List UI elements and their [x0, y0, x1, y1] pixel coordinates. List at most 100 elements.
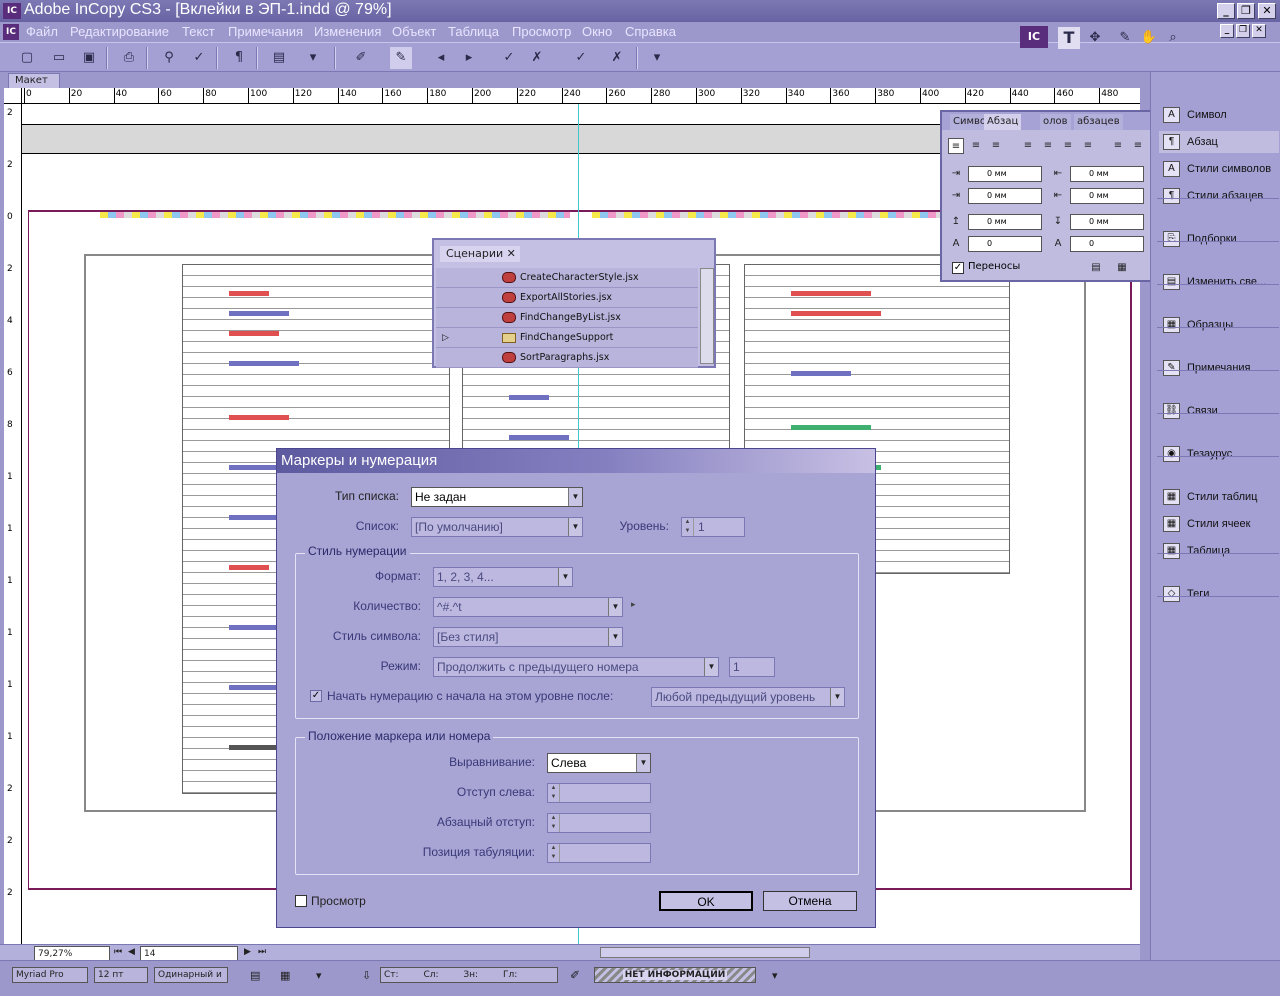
restore-button[interactable]: ❐ — [1237, 3, 1255, 19]
reject-all-icon[interactable]: ✗ — [606, 47, 628, 69]
tab-paragraph[interactable]: Абзац — [984, 114, 1022, 130]
line-spacing-select[interactable]: Одинарный и — [154, 967, 228, 983]
assignments-icon[interactable]: ▤ — [266, 47, 292, 69]
panel-item[interactable]: A Символ — [1159, 104, 1279, 126]
script-folder[interactable]: ▷ FindChangeSupport — [436, 328, 698, 348]
track-changes-icon[interactable]: ✓ — [498, 47, 520, 69]
font-size-select[interactable]: 12 пт — [94, 967, 148, 983]
document-icon[interactable]: IC — [3, 24, 19, 40]
last-line-indent-field[interactable]: 0 мм — [1070, 188, 1144, 204]
tab-layout[interactable]: Макет — [8, 73, 60, 88]
panel-item[interactable]: ▦ Образцы — [1159, 314, 1279, 336]
doc-close-button[interactable]: ✕ — [1252, 24, 1266, 38]
list-select[interactable]: [По умолчанию] ▼ — [411, 517, 583, 537]
script-item[interactable]: FindChangeByList.jsx — [436, 308, 698, 328]
doc-restore-button[interactable]: ❐ — [1236, 24, 1250, 38]
char-style-select[interactable]: [Без стиля] ▼ — [433, 627, 623, 647]
close-button[interactable]: ✕ — [1258, 3, 1276, 19]
toolbar-menu-icon[interactable]: ▾ — [302, 47, 324, 69]
space-before-field[interactable]: 0 мм — [968, 214, 1042, 230]
no-grid-icon[interactable]: ▤ — [1088, 260, 1104, 276]
count-field[interactable]: ^#.^t ▼ — [433, 597, 623, 617]
level-field[interactable]: ▲ ▼ 1 — [681, 517, 745, 537]
accept-all-icon[interactable]: ✓ — [570, 47, 592, 69]
alignment-select[interactable]: Слева ▼ — [547, 753, 651, 773]
pen-icon[interactable]: ✐ — [570, 968, 580, 982]
new-note-icon[interactable]: ✎ — [390, 47, 412, 69]
format-select[interactable]: 1, 2, 3, 4... ▼ — [433, 567, 573, 587]
menu-edit[interactable]: Редактирование — [70, 24, 169, 39]
panel-item[interactable]: ▤ Изменить све... — [1159, 271, 1279, 293]
panel-item[interactable]: ¶ Стили абзацев — [1159, 185, 1279, 207]
find-icon[interactable]: ⚲ — [158, 47, 180, 69]
justify-center-icon[interactable]: ≡ — [1040, 138, 1056, 154]
show-hidden-chars-icon[interactable]: ¶ — [228, 47, 250, 69]
save-icon[interactable]: ▣ — [78, 47, 100, 69]
menu-text[interactable]: Текст — [182, 24, 215, 39]
align-right-icon[interactable]: ≡ — [988, 138, 1004, 154]
galley-view-icon[interactable]: ▤ — [250, 969, 260, 982]
last-page-icon[interactable]: ⏭ — [258, 947, 266, 957]
first-line-indent-input[interactable]: ▲ ▼ — [547, 813, 651, 833]
list-type-select[interactable]: Не задан ▼ — [411, 487, 583, 507]
first-line-indent-field[interactable]: 0 мм — [968, 188, 1042, 204]
align-away-spine-icon[interactable]: ≡ — [1130, 138, 1146, 154]
panel-item[interactable]: ◉ Тезаурус — [1159, 443, 1279, 465]
left-indent-spinner[interactable]: ▲ ▼ — [548, 784, 560, 802]
open-icon[interactable]: ▭ — [48, 47, 70, 69]
level-spinner[interactable]: ▲ ▼ — [682, 518, 694, 536]
align-left-icon[interactable]: ≡ — [948, 138, 964, 154]
script-item[interactable]: SortParagraphs.jsx — [436, 348, 698, 368]
minimize-button[interactable]: _ — [1217, 3, 1235, 19]
panel-item[interactable]: A Стили символов — [1159, 158, 1279, 180]
space-after-field[interactable]: 0 мм — [1070, 214, 1144, 230]
script-item[interactable]: CreateCharacterStyle.jsx — [436, 268, 698, 288]
menu-table[interactable]: Таблица — [448, 24, 499, 39]
toolbar-menu-icon-2[interactable]: ▾ — [646, 47, 668, 69]
menu-view[interactable]: Просмотр — [512, 24, 571, 39]
next-note-icon[interactable]: ▸ — [458, 47, 480, 69]
menu-object[interactable]: Объект — [392, 24, 436, 39]
drop-cap-lines-field[interactable]: 0 — [968, 236, 1042, 252]
menu-file[interactable]: Файл — [26, 24, 58, 39]
right-indent-field[interactable]: 0 мм — [1070, 166, 1144, 182]
prev-page-icon[interactable]: ◀ — [128, 947, 135, 957]
insert-special-char-icon[interactable]: ▸ — [631, 600, 636, 610]
first-indent-spinner[interactable]: ▲ ▼ — [548, 814, 560, 832]
tab-para-styles[interactable]: абзацев — [1074, 114, 1123, 130]
left-indent-field[interactable]: 0 мм — [968, 166, 1042, 182]
type-tool-icon[interactable]: T — [1058, 27, 1080, 49]
reject-change-icon[interactable]: ✗ — [526, 47, 548, 69]
restart-numbering-checkbox[interactable]: ✓ — [310, 690, 322, 702]
align-center-icon[interactable]: ≡ — [968, 138, 984, 154]
mode-select[interactable]: Продолжить с предыдущего номера ▼ — [433, 657, 719, 677]
justify-all-icon[interactable]: ≡ — [1080, 138, 1096, 154]
ok-button[interactable]: OK — [659, 891, 753, 911]
note-icon[interactable]: ✐ — [350, 47, 372, 69]
ruler-origin[interactable] — [4, 88, 22, 104]
panel-item[interactable]: ⛓ Связи — [1159, 400, 1279, 422]
info-menu-icon[interactable]: ▾ — [772, 969, 778, 982]
justify-right-icon[interactable]: ≡ — [1060, 138, 1076, 154]
mode-start-number[interactable]: 1 — [729, 657, 775, 677]
preview-checkbox[interactable] — [295, 895, 307, 907]
panel-item[interactable]: ✎ Примечания — [1159, 357, 1279, 379]
menu-help[interactable]: Справка — [625, 24, 676, 39]
panel-item[interactable]: ▦ Стили таблиц — [1159, 486, 1279, 508]
scripts-scrollbar[interactable] — [700, 268, 714, 364]
left-indent-input[interactable]: ▲ ▼ — [547, 783, 651, 803]
justify-left-icon[interactable]: ≡ — [1020, 138, 1036, 154]
status-menu-icon[interactable]: ▾ — [316, 969, 322, 982]
zoom-tool-icon[interactable]: ⌕ — [1162, 27, 1184, 49]
menu-notes[interactable]: Примечания — [228, 24, 303, 39]
tab-position-spinner[interactable]: ▲ ▼ — [548, 844, 560, 862]
story-info-icon[interactable]: ⇩ — [362, 969, 371, 982]
expand-arrow-icon[interactable]: ▷ — [442, 328, 449, 348]
tab-char-styles[interactable]: олов — [1040, 114, 1071, 130]
font-family-select[interactable]: Myriad Pro — [12, 967, 88, 983]
spellcheck-icon[interactable]: ✓ — [188, 47, 210, 69]
new-doc-icon[interactable]: ▢ — [16, 47, 38, 69]
cancel-button[interactable]: Отмена — [763, 891, 857, 911]
tab-position-input[interactable]: ▲ ▼ — [547, 843, 651, 863]
first-page-icon[interactable]: ⏮ — [114, 947, 122, 957]
